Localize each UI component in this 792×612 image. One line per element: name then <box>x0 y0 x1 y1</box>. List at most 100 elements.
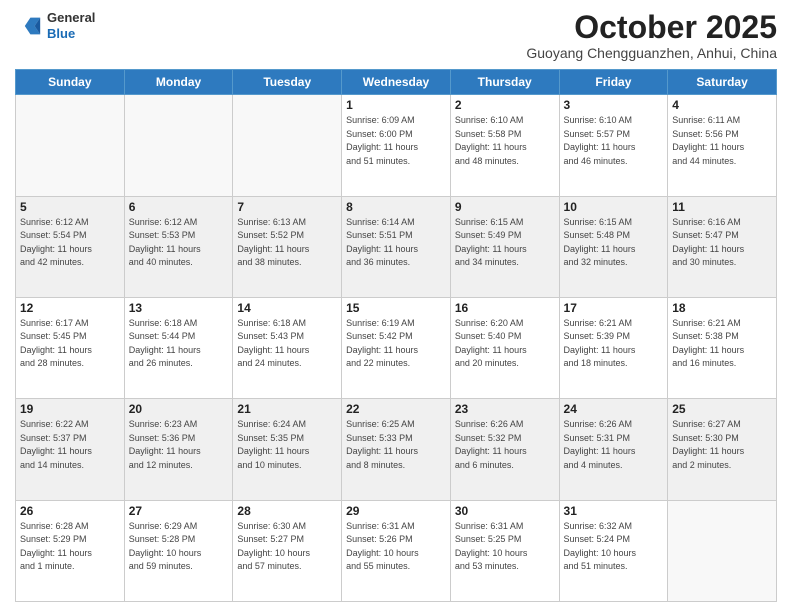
day-info: Sunrise: 6:18 AM Sunset: 5:43 PM Dayligh… <box>237 317 337 371</box>
calendar-cell-w3-d2: 13Sunrise: 6:18 AM Sunset: 5:44 PM Dayli… <box>124 297 233 398</box>
day-info: Sunrise: 6:30 AM Sunset: 5:27 PM Dayligh… <box>237 520 337 574</box>
calendar-cell-w1-d1 <box>16 95 125 196</box>
calendar-header-row: Sunday Monday Tuesday Wednesday Thursday… <box>16 70 777 95</box>
day-info: Sunrise: 6:21 AM Sunset: 5:39 PM Dayligh… <box>564 317 664 371</box>
day-number: 20 <box>129 402 229 416</box>
logo-icon <box>15 12 43 40</box>
day-info: Sunrise: 6:22 AM Sunset: 5:37 PM Dayligh… <box>20 418 120 472</box>
day-number: 2 <box>455 98 555 112</box>
day-number: 15 <box>346 301 446 315</box>
calendar-cell-w5-d3: 28 Sunrise: 6:30 AM Sunset: 5:27 PM Dayli… <box>233 500 342 601</box>
header: General Blue October 2025 Guoyang Chengg… <box>15 10 777 61</box>
calendar-cell-w1-d5: 2 Sunrise: 6:10 AM Sunset: 5:58 PM Daylig… <box>450 95 559 196</box>
calendar-cell-w2-d6: 10Sunrise: 6:15 AM Sunset: 5:48 PM Dayli… <box>559 196 668 297</box>
day-info: Sunrise: 6:13 AM Sunset: 5:52 PM Dayligh… <box>237 216 337 270</box>
calendar-week-4: 19 Sunrise: 6:22 AM Sunset: 5:37 PM Dayli… <box>16 399 777 500</box>
day-number: 13 <box>129 301 229 315</box>
day-number: 5 <box>20 200 120 214</box>
day-number: 27 <box>129 504 229 518</box>
day-number: 18 <box>672 301 772 315</box>
day-info: Sunrise: 6:20 AM Sunset: 5:40 PM Dayligh… <box>455 317 555 371</box>
calendar-cell-w1-d4: 1Sunrise: 6:09 AM Sunset: 6:00 PM Daylig… <box>342 95 451 196</box>
day-info: Sunrise: 6:32 AM Sunset: 5:24 PM Dayligh… <box>564 520 664 574</box>
day-info: Sunrise: 6:12 AM Sunset: 5:53 PM Dayligh… <box>129 216 229 270</box>
calendar-cell-w2-d4: 8 Sunrise: 6:14 AM Sunset: 5:51 PM Daylig… <box>342 196 451 297</box>
page: General Blue October 2025 Guoyang Chengg… <box>0 0 792 612</box>
calendar-cell-w4-d4: 22Sunrise: 6:25 AM Sunset: 5:33 PM Dayli… <box>342 399 451 500</box>
day-info: Sunrise: 6:25 AM Sunset: 5:33 PM Dayligh… <box>346 418 446 472</box>
header-wednesday: Wednesday <box>342 70 451 95</box>
calendar-cell-w3-d1: 12 Sunrise: 6:17 AM Sunset: 5:45 PM Dayli… <box>16 297 125 398</box>
header-saturday: Saturday <box>668 70 777 95</box>
day-number: 9 <box>455 200 555 214</box>
header-friday: Friday <box>559 70 668 95</box>
day-info: Sunrise: 6:16 AM Sunset: 5:47 PM Dayligh… <box>672 216 772 270</box>
day-info: Sunrise: 6:12 AM Sunset: 5:54 PM Dayligh… <box>20 216 120 270</box>
calendar-cell-w3-d7: 18 Sunrise: 6:21 AM Sunset: 5:38 PM Dayli… <box>668 297 777 398</box>
calendar-cell-w3-d3: 14 Sunrise: 6:18 AM Sunset: 5:43 PM Dayli… <box>233 297 342 398</box>
calendar-cell-w1-d2 <box>124 95 233 196</box>
calendar-cell-w3-d6: 17Sunrise: 6:21 AM Sunset: 5:39 PM Dayli… <box>559 297 668 398</box>
calendar-week-1: 1Sunrise: 6:09 AM Sunset: 6:00 PM Daylig… <box>16 95 777 196</box>
day-number: 8 <box>346 200 446 214</box>
day-number: 14 <box>237 301 337 315</box>
day-number: 25 <box>672 402 772 416</box>
location-subtitle: Guoyang Chengguanzhen, Anhui, China <box>526 45 777 61</box>
day-info: Sunrise: 6:27 AM Sunset: 5:30 PM Dayligh… <box>672 418 772 472</box>
calendar-week-3: 12 Sunrise: 6:17 AM Sunset: 5:45 PM Dayli… <box>16 297 777 398</box>
calendar-cell-w3-d4: 15 Sunrise: 6:19 AM Sunset: 5:42 PM Dayli… <box>342 297 451 398</box>
calendar-cell-w4-d6: 24 Sunrise: 6:26 AM Sunset: 5:31 PM Dayli… <box>559 399 668 500</box>
day-number: 26 <box>20 504 120 518</box>
calendar-cell-w5-d7 <box>668 500 777 601</box>
day-info: Sunrise: 6:11 AM Sunset: 5:56 PM Dayligh… <box>672 114 772 168</box>
calendar-cell-w2-d7: 11Sunrise: 6:16 AM Sunset: 5:47 PM Dayli… <box>668 196 777 297</box>
day-info: Sunrise: 6:15 AM Sunset: 5:49 PM Dayligh… <box>455 216 555 270</box>
day-number: 24 <box>564 402 664 416</box>
calendar-cell-w4-d7: 25 Sunrise: 6:27 AM Sunset: 5:30 PM Dayli… <box>668 399 777 500</box>
day-info: Sunrise: 6:24 AM Sunset: 5:35 PM Dayligh… <box>237 418 337 472</box>
day-number: 4 <box>672 98 772 112</box>
day-number: 10 <box>564 200 664 214</box>
day-info: Sunrise: 6:10 AM Sunset: 5:57 PM Dayligh… <box>564 114 664 168</box>
calendar-cell-w5-d6: 31 Sunrise: 6:32 AM Sunset: 5:24 PM Dayli… <box>559 500 668 601</box>
calendar-cell-w5-d1: 26 Sunrise: 6:28 AM Sunset: 5:29 PM Dayli… <box>16 500 125 601</box>
day-number: 6 <box>129 200 229 214</box>
day-info: Sunrise: 6:28 AM Sunset: 5:29 PM Dayligh… <box>20 520 120 574</box>
day-number: 7 <box>237 200 337 214</box>
day-number: 31 <box>564 504 664 518</box>
day-info: Sunrise: 6:23 AM Sunset: 5:36 PM Dayligh… <box>129 418 229 472</box>
calendar-cell-w4-d3: 21 Sunrise: 6:24 AM Sunset: 5:35 PM Dayli… <box>233 399 342 500</box>
calendar-cell-w1-d3 <box>233 95 342 196</box>
day-info: Sunrise: 6:21 AM Sunset: 5:38 PM Dayligh… <box>672 317 772 371</box>
day-number: 30 <box>455 504 555 518</box>
day-info: Sunrise: 6:29 AM Sunset: 5:28 PM Dayligh… <box>129 520 229 574</box>
day-number: 29 <box>346 504 446 518</box>
calendar-cell-w2-d3: 7 Sunrise: 6:13 AM Sunset: 5:52 PM Daylig… <box>233 196 342 297</box>
calendar-cell-w5-d5: 30Sunrise: 6:31 AM Sunset: 5:25 PM Dayli… <box>450 500 559 601</box>
day-info: Sunrise: 6:19 AM Sunset: 5:42 PM Dayligh… <box>346 317 446 371</box>
calendar-cell-w5-d2: 27 Sunrise: 6:29 AM Sunset: 5:28 PM Dayli… <box>124 500 233 601</box>
calendar-cell-w1-d7: 4 Sunrise: 6:11 AM Sunset: 5:56 PM Daylig… <box>668 95 777 196</box>
calendar-cell-w4-d2: 20 Sunrise: 6:23 AM Sunset: 5:36 PM Dayli… <box>124 399 233 500</box>
header-monday: Monday <box>124 70 233 95</box>
calendar-cell-w3-d5: 16Sunrise: 6:20 AM Sunset: 5:40 PM Dayli… <box>450 297 559 398</box>
day-info: Sunrise: 6:10 AM Sunset: 5:58 PM Dayligh… <box>455 114 555 168</box>
calendar-table: Sunday Monday Tuesday Wednesday Thursday… <box>15 69 777 602</box>
day-number: 23 <box>455 402 555 416</box>
calendar-cell-w1-d6: 3Sunrise: 6:10 AM Sunset: 5:57 PM Daylig… <box>559 95 668 196</box>
logo-blue-text: Blue <box>47 26 95 42</box>
calendar-cell-w4-d5: 23 Sunrise: 6:26 AM Sunset: 5:32 PM Dayli… <box>450 399 559 500</box>
calendar-cell-w4-d1: 19 Sunrise: 6:22 AM Sunset: 5:37 PM Dayli… <box>16 399 125 500</box>
day-info: Sunrise: 6:26 AM Sunset: 5:31 PM Dayligh… <box>564 418 664 472</box>
day-number: 19 <box>20 402 120 416</box>
day-number: 1 <box>346 98 446 112</box>
day-number: 12 <box>20 301 120 315</box>
day-info: Sunrise: 6:14 AM Sunset: 5:51 PM Dayligh… <box>346 216 446 270</box>
day-number: 21 <box>237 402 337 416</box>
logo: General Blue <box>15 10 95 41</box>
header-sunday: Sunday <box>16 70 125 95</box>
day-info: Sunrise: 6:26 AM Sunset: 5:32 PM Dayligh… <box>455 418 555 472</box>
day-number: 28 <box>237 504 337 518</box>
day-info: Sunrise: 6:17 AM Sunset: 5:45 PM Dayligh… <box>20 317 120 371</box>
logo-general-text: General <box>47 10 95 26</box>
